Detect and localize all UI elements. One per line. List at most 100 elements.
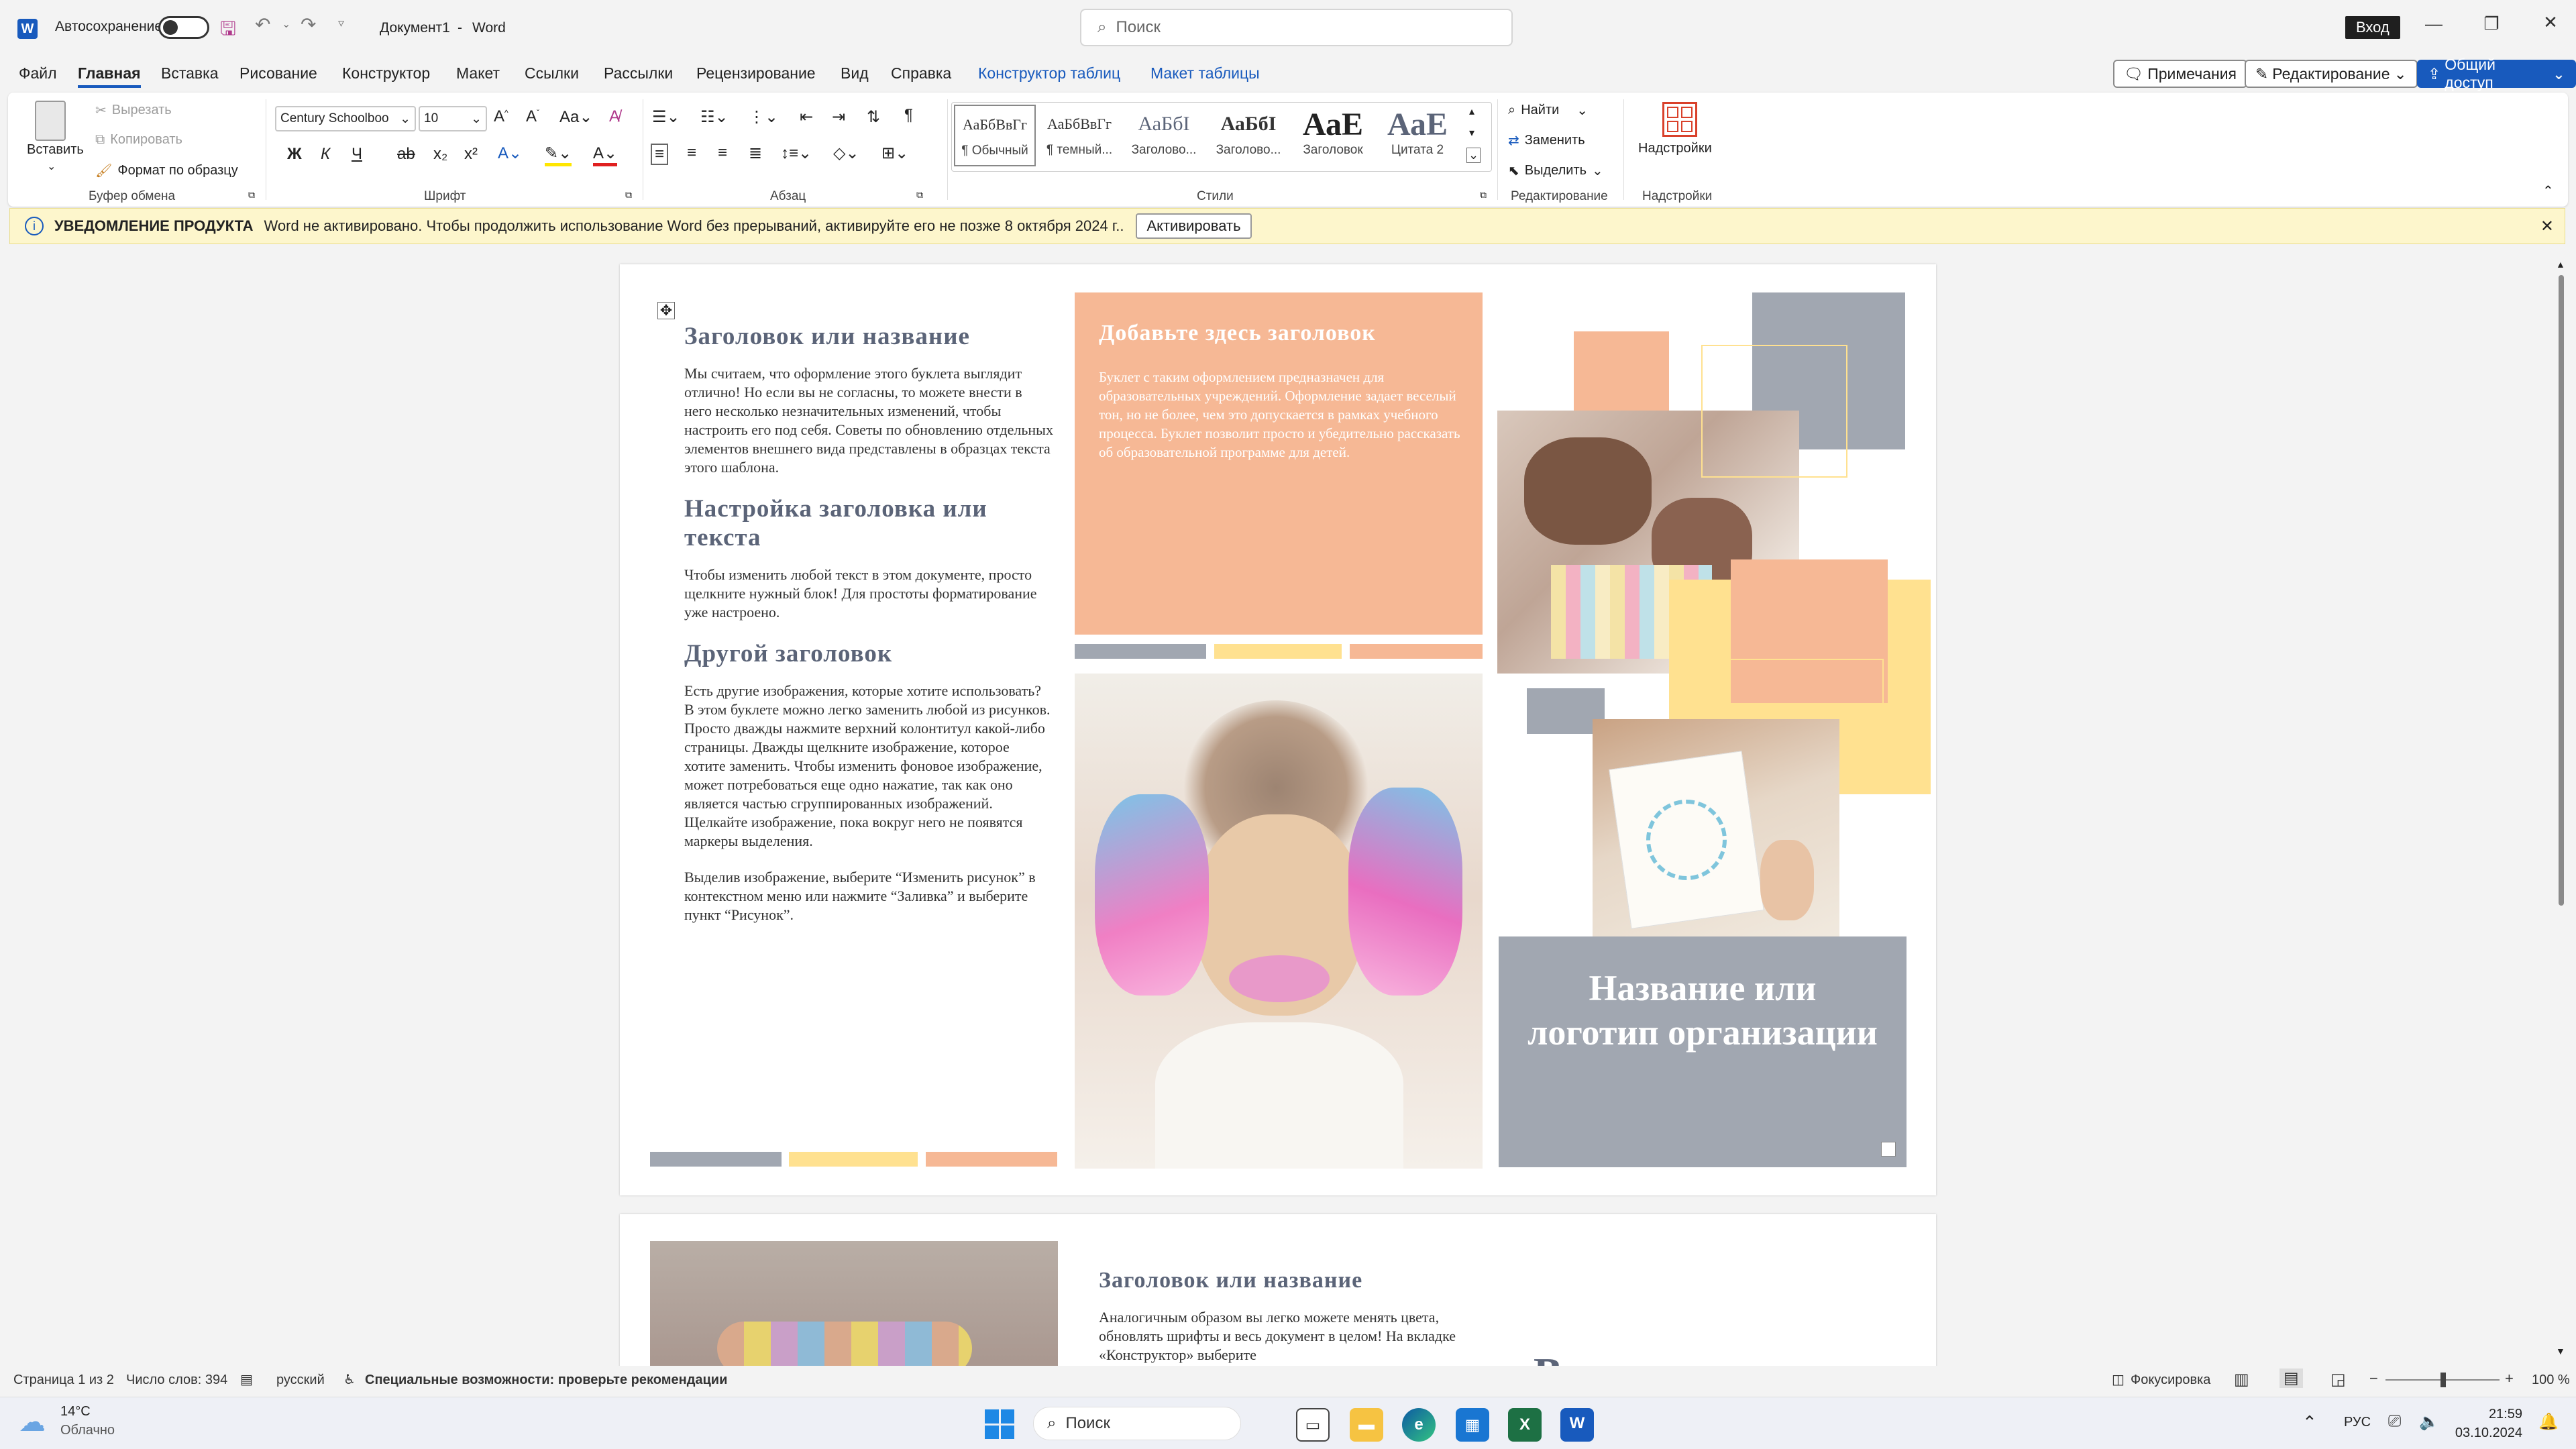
decrease-indent-icon[interactable]: ⇤ [800, 107, 813, 127]
paste-button[interactable]: Вставить [27, 142, 84, 158]
scroll-up-icon[interactable]: ▲ [2556, 259, 2565, 270]
table-move-handle-icon[interactable]: ✥ [657, 302, 675, 319]
copy-button[interactable]: ⧉ Копировать [95, 132, 182, 148]
customize-qat-icon[interactable]: ▿ [338, 16, 344, 30]
focus-mode-button[interactable]: Фокусировка [2131, 1373, 2210, 1388]
addins-button[interactable]: Надстройки [1638, 141, 1712, 156]
align-center-icon[interactable]: ≡ [687, 144, 696, 162]
collapse-ribbon-icon[interactable]: ⌃ [2542, 182, 2554, 199]
tab-insert[interactable]: Вставка [161, 64, 219, 83]
zoom-level[interactable]: 100 % [2532, 1373, 2570, 1388]
zoom-out-icon[interactable]: − [2369, 1370, 2378, 1387]
task-view-icon[interactable]: ▭ [1296, 1408, 1330, 1442]
grow-font-icon[interactable]: A^ [494, 107, 508, 126]
bold-button[interactable]: Ж [287, 145, 302, 164]
paste-dropdown-icon[interactable]: ⌄ [47, 160, 56, 173]
find-button[interactable]: ⌕ Найти ⌄ [1508, 102, 1588, 119]
tab-design[interactable]: Конструктор [342, 64, 430, 83]
volume-icon[interactable]: 🔈 [2419, 1412, 2439, 1432]
undo-icon[interactable]: ↶ [255, 13, 270, 36]
edge-icon[interactable]: e [1402, 1408, 1436, 1442]
undo-dropdown-icon[interactable]: ⌄ [282, 17, 290, 31]
word-count[interactable]: Число слов: 394 [126, 1373, 227, 1388]
line-spacing-icon[interactable]: ↕≡⌄ [781, 144, 812, 163]
format-painter-button[interactable]: 🖌 Формат по образцу [95, 162, 238, 179]
print-layout-icon[interactable]: ▤ [2279, 1368, 2303, 1388]
strikethrough-button[interactable]: ab [397, 145, 415, 164]
style-normal[interactable]: АаБбВвГг ¶ Обычный [954, 105, 1036, 166]
paste-icon[interactable] [35, 101, 66, 141]
font-launcher-icon[interactable]: ⧉ [625, 189, 632, 201]
tab-draw[interactable]: Рисование [239, 64, 317, 83]
scroll-down-icon[interactable]: ▼ [2556, 1346, 2565, 1356]
tab-mailings[interactable]: Рассылки [604, 64, 673, 83]
search-input[interactable]: ⌕ Поиск [1080, 9, 1513, 46]
cut-button[interactable]: ✂ Вырезать [95, 102, 172, 119]
tab-table-design[interactable]: Конструктор таблиц [978, 64, 1120, 83]
start-icon[interactable] [985, 1409, 1014, 1439]
read-mode-icon[interactable]: ▥ [2234, 1370, 2249, 1389]
web-layout-icon[interactable]: ◲ [2330, 1370, 2346, 1389]
scroll-thumb[interactable] [2559, 275, 2564, 906]
network-icon[interactable]: ⎚ [2388, 1412, 2401, 1431]
clock-date[interactable]: 03.10.2024 [2442, 1426, 2522, 1441]
signin-button[interactable]: Вход [2345, 16, 2400, 39]
bullets-icon[interactable]: ☰⌄ [652, 107, 680, 127]
weather-status[interactable]: Облачно [60, 1423, 115, 1438]
style-heading2[interactable]: АаБбІ Заголово... [1208, 105, 1289, 166]
zoom-in-icon[interactable]: + [2505, 1370, 2514, 1387]
styles-up-icon[interactable]: ▴ [1469, 105, 1474, 118]
show-hidden-icons[interactable]: ⌃ [2302, 1412, 2317, 1433]
numbering-icon[interactable]: ☷⌄ [700, 107, 729, 127]
page-1[interactable]: ✥ Заголовок или название Мы считаем, что… [620, 264, 1936, 1195]
increase-indent-icon[interactable]: ⇥ [832, 107, 845, 127]
zoom-slider-thumb[interactable] [2440, 1373, 2446, 1387]
select-button[interactable]: ⬉ Выделить ⌄ [1508, 162, 1603, 179]
italic-button[interactable]: К [321, 145, 330, 164]
collage[interactable] [1497, 290, 1931, 987]
autosave-toggle[interactable] [158, 16, 209, 39]
style-quote2[interactable]: АаЕ Цитата 2 [1377, 105, 1458, 166]
addins-icon[interactable] [1662, 102, 1697, 137]
styles-down-icon[interactable]: ▾ [1469, 126, 1474, 140]
align-right-icon[interactable]: ≡ [718, 144, 727, 162]
page-count[interactable]: Страница 1 из 2 [13, 1373, 114, 1388]
resize-handle[interactable] [1881, 1142, 1896, 1157]
col1-text[interactable]: Заголовок или название Мы считаем, что о… [684, 322, 1053, 924]
styles-more-icon[interactable]: ⌄ [1466, 148, 1481, 163]
child-painted-hands-photo[interactable] [1075, 674, 1483, 1169]
font-name-select[interactable]: Century Schoolboo ⌄ [275, 106, 416, 131]
font-size-select[interactable]: 10 ⌄ [419, 106, 487, 131]
underline-button[interactable]: Ч [352, 145, 362, 164]
show-marks-icon[interactable]: ¶ [904, 106, 913, 125]
tab-help[interactable]: Справка [891, 64, 951, 83]
close-notification-icon[interactable]: ✕ [2540, 217, 2554, 236]
editing-mode-button[interactable]: ✎ Редактирование ⌄ [2245, 60, 2418, 88]
tab-references[interactable]: Ссылки [525, 64, 579, 83]
tab-table-layout[interactable]: Макет таблицы [1150, 64, 1260, 83]
redo-icon[interactable]: ↷ [301, 13, 316, 36]
tab-review[interactable]: Рецензирование [696, 64, 816, 83]
comments-button[interactable]: 🗨 Примечания [2113, 60, 2247, 88]
tab-file[interactable]: Файл [19, 64, 57, 83]
accessibility-status[interactable]: Специальные возможности: проверьте реком… [365, 1373, 727, 1388]
org-name-panel[interactable]: Название или логотип организации [1499, 936, 1907, 1167]
borders-icon[interactable]: ⊞⌄ [881, 144, 908, 163]
subscript-button[interactable]: x₂ [433, 145, 447, 164]
notification-bell-icon[interactable]: 🔔 [2538, 1412, 2559, 1432]
style-heading1[interactable]: АаБбІ Заголово... [1123, 105, 1205, 166]
tab-layout[interactable]: Макет [456, 64, 500, 83]
page-2[interactable]: Заголовок или название Аналогичным образ… [620, 1214, 1936, 1366]
minimize-icon[interactable]: — [2414, 13, 2454, 34]
document-canvas[interactable]: ✥ Заголовок или название Мы считаем, что… [0, 244, 2576, 1366]
share-button[interactable]: ⇪ Общий доступ ⌄ [2417, 56, 2576, 91]
taskbar-search[interactable]: ⌕ Поиск [1033, 1407, 1241, 1440]
file-explorer-icon[interactable]: ▬ [1350, 1408, 1383, 1442]
change-case-icon[interactable]: Aa⌄ [559, 107, 592, 127]
align-left-icon[interactable]: ≡ [651, 144, 669, 165]
superscript-button[interactable]: x² [464, 145, 478, 164]
excel-icon[interactable]: X [1508, 1408, 1542, 1442]
page2-blurred-photo[interactable] [650, 1241, 1058, 1366]
weather-temp[interactable]: 14°C [60, 1404, 91, 1419]
shading-icon[interactable]: ◇⌄ [833, 144, 859, 163]
